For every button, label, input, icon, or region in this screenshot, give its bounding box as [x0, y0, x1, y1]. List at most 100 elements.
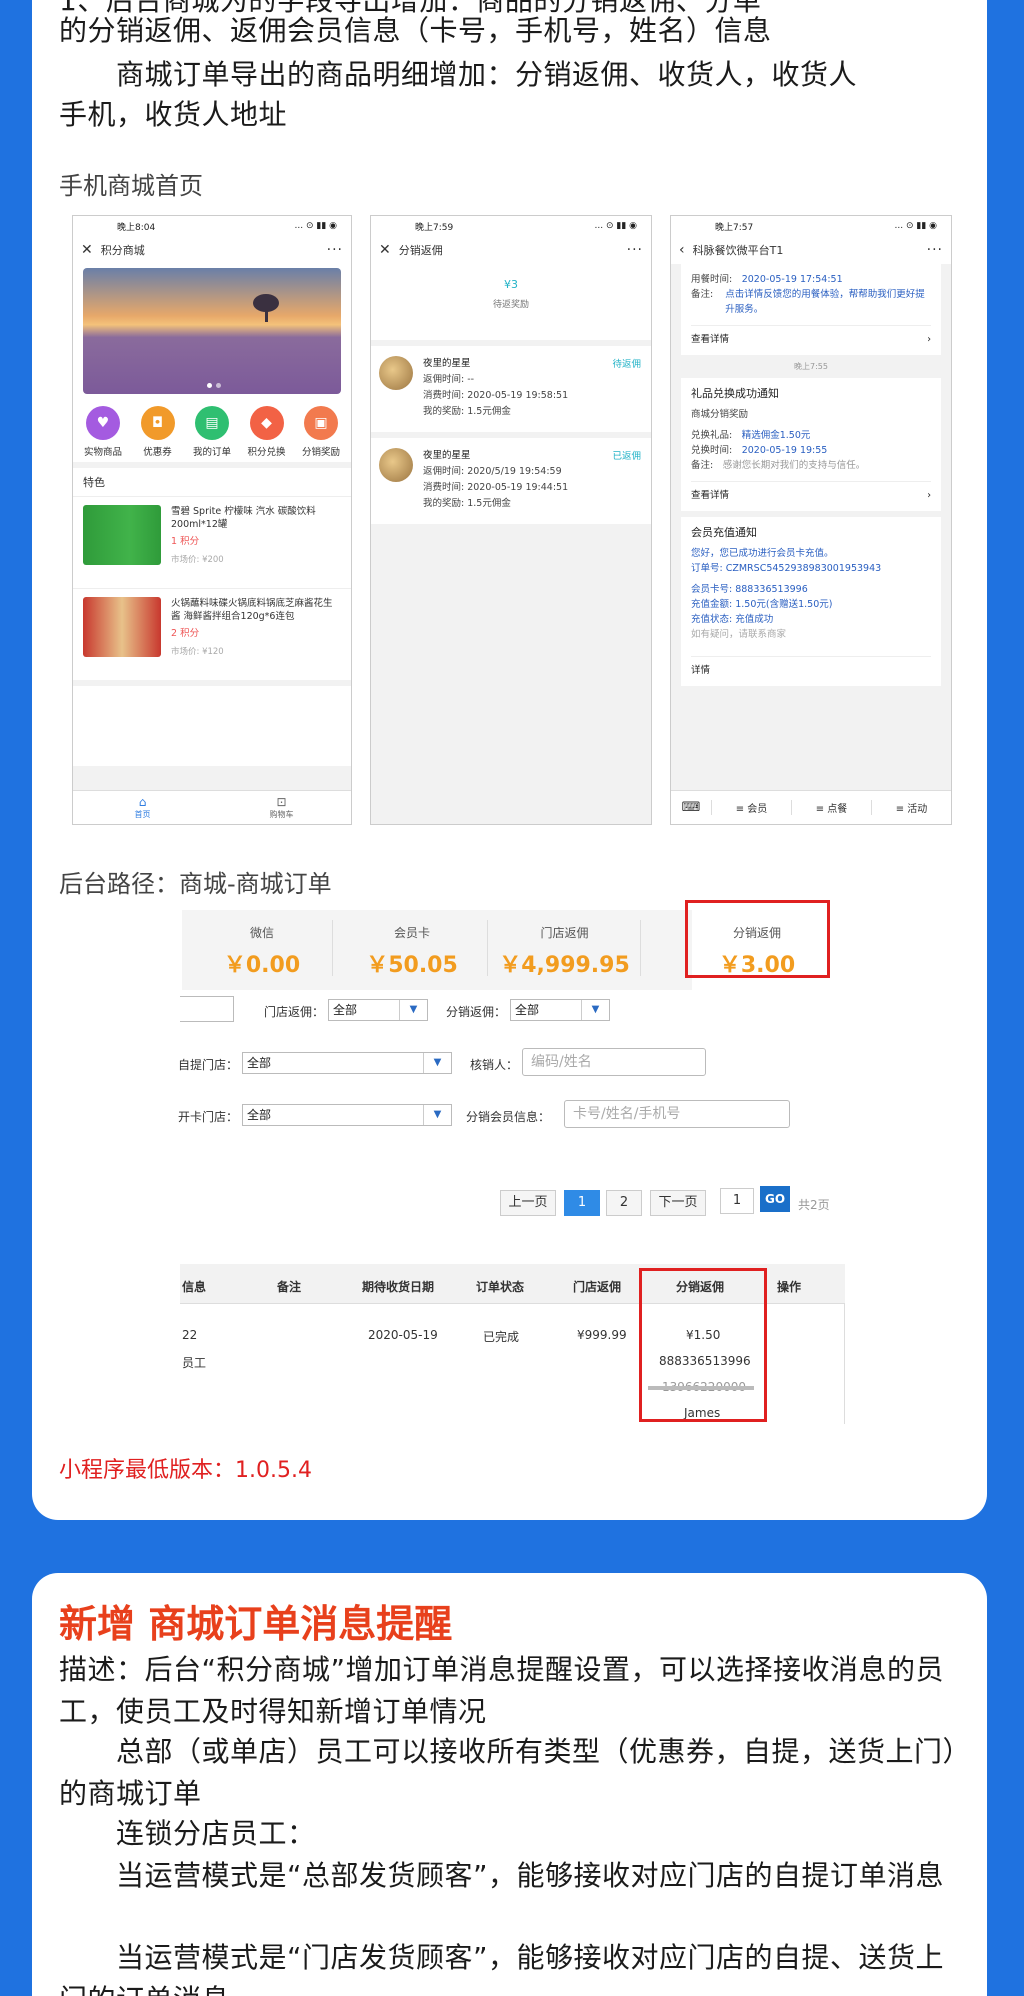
banner-image[interactable] — [83, 268, 341, 394]
prev-page-button[interactable]: 上一页 — [500, 1190, 556, 1216]
intro-line-1: 的分销返佣、返佣会员信息（卡号，手机号，姓名）信息 — [59, 14, 772, 47]
category-label: 分销奖励 — [301, 447, 340, 458]
keyboard-icon[interactable]: ⌨ — [671, 800, 711, 815]
highlight-box-column — [639, 1268, 767, 1422]
page-2-button[interactable]: 2 — [606, 1190, 642, 1216]
rebate-record[interactable]: 已返佣 夜里的星星 返佣时间: 2020/5/19 19:54:59 消费时间:… — [371, 438, 651, 524]
bag-icon: ♥ — [86, 406, 120, 440]
special-heading: 特色 — [73, 468, 351, 496]
select-value: 全部 — [247, 1108, 272, 1122]
status-time: 晚上8:04 — [117, 222, 156, 233]
stat-label: 会员卡 — [393, 926, 430, 940]
column-header: 备注 — [277, 1280, 302, 1294]
more-icon[interactable]: ··· — [627, 242, 643, 258]
product-market-price: 市场价: ¥120 — [171, 647, 224, 657]
category-label: 优惠券 — [143, 447, 172, 458]
tab-home[interactable]: ⌂ 首页 — [73, 791, 212, 824]
message-line: 充值金额: 1.50元(含赠送1.50元) — [691, 599, 833, 610]
section-para: 连锁分店员工： — [59, 1817, 316, 1850]
field-label: 用餐时间: — [691, 274, 733, 285]
menu-member[interactable]: ≡ 会员 — [711, 800, 791, 815]
product-points: 1 积分 — [171, 536, 200, 547]
section-para: 当运营模式是“门店发货顾客”，能够接收对应门店的自提、送货上门的订单消息 — [59, 1941, 945, 1996]
partial-input[interactable] — [180, 996, 234, 1022]
link-label: 详情 — [691, 665, 711, 676]
status-bar: 晚上8:04 ... ⊙ ▮▮ ◉ — [73, 216, 351, 236]
view-details-link[interactable]: 查看详情 › — [691, 325, 931, 347]
status-bar: 晚上7:57 ... ⊙ ▮▮ ◉ — [671, 216, 951, 236]
close-icon[interactable]: ✕ — [81, 242, 93, 258]
field-value: 2020-05-19 19:55 — [741, 445, 828, 456]
rebate-time: 返佣时间: 2020/5/19 19:54:59 — [423, 466, 562, 477]
category-exchange[interactable]: ◆ 积分兑换 — [241, 406, 293, 458]
message-line: 如有疑问，请联系商家 — [691, 629, 787, 640]
chevron-down-icon: ▼ — [581, 1000, 609, 1020]
category-orders[interactable]: ▤ 我的订单 — [186, 406, 238, 458]
dist-rebate-select[interactable]: 全部 ▼ — [510, 999, 610, 1021]
details-link[interactable]: 详情 — [691, 656, 931, 678]
back-icon[interactable]: ‹ — [679, 242, 685, 258]
product-item[interactable]: 火锅蘸料味碟火锅底料锅底芝麻酱花生酱 海鲜酱拌组合120g*6连包 2 积分 市… — [73, 588, 351, 680]
section-title: 新增 商城订单消息提醒 — [59, 1602, 453, 1646]
message-title: 礼品兑换成功通知 — [691, 387, 779, 400]
field-value: 感谢您长期对我们的支持与信任。 — [722, 460, 866, 471]
section-desc: 描述：后台“积分商城”增加订单消息提醒设置，可以选择接收消息的员工，使员工及时得… — [59, 1653, 945, 1728]
product-image-sauce — [83, 597, 161, 657]
column-header: 门店返佣 — [573, 1280, 622, 1294]
product-name: 雪碧 Sprite 柠檬味 汽水 碳酸饮料 200ml*12罐 — [171, 506, 316, 530]
pickup-store-select[interactable]: 全部 ▼ — [242, 1052, 452, 1074]
field-value: 2020-05-19 17:54:51 — [741, 274, 843, 285]
page-jump-input[interactable]: 1 — [720, 1188, 754, 1214]
member-info-label: 分销会员信息： — [466, 1110, 551, 1124]
chevron-down-icon: ▼ — [423, 1053, 451, 1073]
section-para: 总部（或单店）员工可以接收所有类型（优惠券，自提，送货上门）的商城订单 — [59, 1735, 958, 1810]
product-item[interactable]: 雪碧 Sprite 柠檬味 汽水 碳酸饮料 200ml*12罐 1 积分 市场价… — [73, 496, 351, 588]
go-button[interactable]: GO — [760, 1186, 790, 1212]
menu-activity[interactable]: ≡ 活动 — [871, 800, 951, 815]
phone-mall-home: 晚上8:04 ... ⊙ ▮▮ ◉ ✕ 积分商城 ··· ♥ 实物商品 ◘ 优惠券 … — [72, 215, 352, 825]
category-reward[interactable]: ▣ 分销奖励 — [295, 406, 347, 458]
clipboard-icon: ▤ — [195, 406, 229, 440]
dist-rebate-label: 分销返佣： — [446, 1005, 507, 1019]
stat-label: 微信 — [249, 926, 274, 940]
message-line: 您好，您已成功进行会员卡充值。 — [691, 548, 834, 559]
min-version-note: 小程序最低版本：1.0.5.4 — [59, 1458, 312, 1483]
verifier-input[interactable]: 编码/姓名 — [522, 1048, 706, 1076]
rebate-summary: ¥3 待返奖励 — [371, 264, 651, 340]
category-label: 我的订单 — [192, 447, 231, 458]
category-physical[interactable]: ♥ 实物商品 — [77, 406, 129, 458]
field-value: 点击详情反馈您的用餐体验，帮帮助我们更好提升服务。 — [725, 289, 925, 315]
select-value: 全部 — [333, 1003, 358, 1017]
mall-home-label: 手机商城首页 — [59, 172, 203, 200]
status-icons: ... ⊙ ▮▮ ◉ — [894, 221, 937, 231]
tab-cart[interactable]: ⊡ 购物车 — [212, 791, 351, 824]
menu-order[interactable]: ≡ 点餐 — [791, 800, 871, 815]
rebate-time: 返佣时间: -- — [423, 374, 475, 385]
card-store-select[interactable]: 全部 ▼ — [242, 1104, 452, 1126]
column-header: 信息 — [182, 1280, 207, 1294]
category-coupon[interactable]: ◘ 优惠券 — [132, 406, 184, 458]
stat-value: ￥4,999.95 — [499, 953, 630, 978]
next-page-button[interactable]: 下一页 — [650, 1190, 706, 1216]
home-icon: ⌂ — [138, 795, 147, 809]
product-market-price: 市场价: ¥200 — [171, 555, 224, 565]
tab-bar: ⌂ 首页 ⊡ 购物车 — [73, 790, 351, 824]
more-icon[interactable]: ··· — [327, 242, 343, 258]
column-header: 期待收货日期 — [362, 1280, 435, 1294]
rebate-status: 待返佣 — [612, 359, 641, 370]
rebate-status: 已返佣 — [612, 451, 641, 462]
content-card-1: 1、后台商城为的字段导出增加：商品的分销返佣、分单 的分销返佣、返佣会员信息（卡… — [32, 0, 987, 1520]
nav-title: 分销返佣 — [398, 244, 443, 257]
rebate-record[interactable]: 待返佣 夜里的星星 返佣时间: -- 消费时间: 2020-05-19 19:5… — [371, 346, 651, 432]
view-details-link[interactable]: 查看详情 › — [691, 481, 931, 503]
store-rebate-select[interactable]: 全部 ▼ — [328, 999, 428, 1021]
more-icon[interactable]: ··· — [927, 242, 943, 258]
nav-bar: ‹ 科脉餐饮微平台T1 ··· — [671, 236, 951, 264]
close-icon[interactable]: ✕ — [379, 242, 391, 258]
section-para: 当运营模式是“总部发货顾客”，能够接收对应门店的自提订单消息 — [59, 1859, 945, 1892]
member-info-input[interactable]: 卡号/姓名/手机号 — [564, 1100, 790, 1128]
total-pages: 共2页 — [798, 1198, 830, 1212]
store-rebate-label: 门店返佣： — [264, 1005, 325, 1019]
page-1-button[interactable]: 1 — [564, 1190, 600, 1216]
ticket-icon: ◘ — [140, 406, 175, 440]
